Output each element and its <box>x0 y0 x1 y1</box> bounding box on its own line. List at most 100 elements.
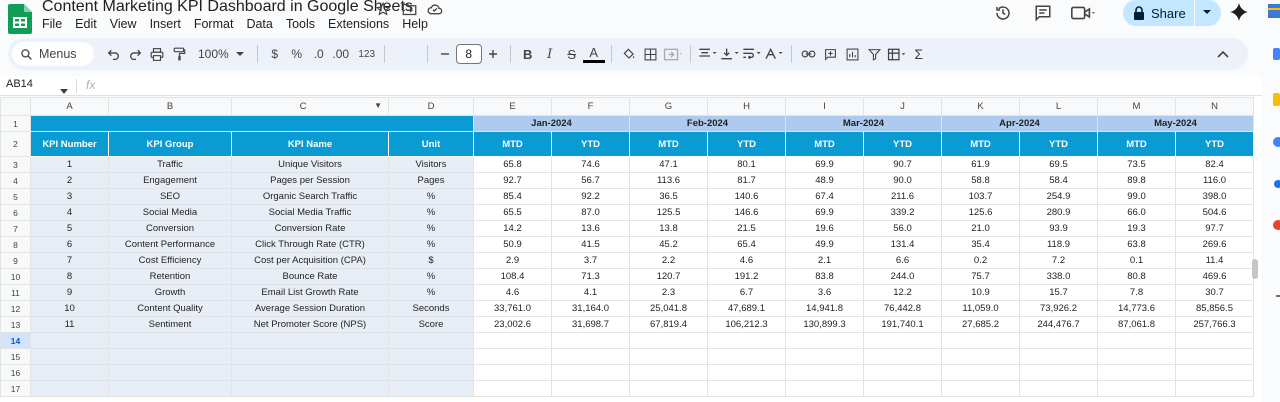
column-header[interactable]: N <box>1175 97 1254 116</box>
select-all-corner[interactable] <box>0 97 31 116</box>
column-header[interactable]: E <box>473 97 552 116</box>
label-cell[interactable]: 3 <box>30 188 109 205</box>
value-cell[interactable]: 191,740.1 <box>863 316 942 333</box>
meet-icon[interactable] <box>1070 2 1096 24</box>
merge-cells-icon[interactable] <box>662 42 684 66</box>
row-header[interactable]: 14 <box>0 332 31 349</box>
label-cell[interactable]: Engagement <box>108 172 232 189</box>
empty-cell[interactable] <box>473 332 552 349</box>
month-header[interactable]: Feb-2024 <box>629 115 786 132</box>
strikethrough-icon[interactable]: S <box>561 42 583 66</box>
empty-cell[interactable] <box>30 348 109 365</box>
value-cell[interactable]: 76,442.8 <box>863 300 942 317</box>
paint-format-icon[interactable] <box>168 42 190 66</box>
value-cell[interactable]: 6.6 <box>863 252 942 269</box>
star-icon[interactable] <box>372 0 394 18</box>
value-cell[interactable]: 15.7 <box>1019 284 1098 301</box>
value-cell[interactable]: 89.8 <box>1097 172 1176 189</box>
row-header[interactable]: 15 <box>0 348 31 365</box>
value-cell[interactable]: 83.8 <box>785 268 864 285</box>
value-cell[interactable]: 191.2 <box>707 268 786 285</box>
value-cell[interactable]: 13.6 <box>551 220 630 237</box>
empty-cell[interactable] <box>388 332 474 349</box>
menu-format[interactable]: Format <box>194 17 241 31</box>
value-cell[interactable]: 131.4 <box>863 236 942 253</box>
value-cell[interactable]: 90.0 <box>863 172 942 189</box>
value-cell[interactable]: 63.8 <box>1097 236 1176 253</box>
column-header[interactable]: H <box>707 97 786 116</box>
month-header[interactable]: Jan-2024 <box>473 115 630 132</box>
table-header-cell[interactable]: YTD <box>707 131 786 157</box>
menu-file[interactable]: File <box>42 17 69 31</box>
value-cell[interactable]: 14,773.6 <box>1097 300 1176 317</box>
empty-cell[interactable] <box>1175 380 1254 397</box>
value-cell[interactable]: 0.1 <box>1097 252 1176 269</box>
empty-cell[interactable] <box>863 348 942 365</box>
value-cell[interactable]: 12.2 <box>863 284 942 301</box>
value-cell[interactable]: 67,819.4 <box>629 316 708 333</box>
value-cell[interactable]: 19.3 <box>1097 220 1176 237</box>
empty-cell[interactable] <box>863 332 942 349</box>
value-cell[interactable]: 31,164.0 <box>551 300 630 317</box>
value-cell[interactable]: 33,761.0 <box>473 300 552 317</box>
empty-cell[interactable] <box>1019 364 1098 381</box>
spreadsheet-grid[interactable]: A B C ▼ D E F G H I J K L M N 1 Jan-2024 … <box>0 97 1262 402</box>
empty-cell[interactable] <box>941 364 1020 381</box>
empty-cell[interactable] <box>108 332 232 349</box>
value-cell[interactable]: 244.0 <box>863 268 942 285</box>
value-cell[interactable]: 113.6 <box>629 172 708 189</box>
empty-cell[interactable] <box>707 364 786 381</box>
label-cell[interactable]: Net Promoter Score (NPS) <box>231 316 389 333</box>
empty-cell[interactable] <box>629 380 708 397</box>
column-dropdown-icon[interactable]: ▼ <box>374 101 382 110</box>
label-cell[interactable]: Content Performance <box>108 236 232 253</box>
print-icon[interactable] <box>146 42 168 66</box>
text-color-icon[interactable]: A <box>582 45 605 63</box>
value-cell[interactable]: 2.3 <box>629 284 708 301</box>
label-cell[interactable]: Visitors <box>388 156 474 173</box>
row-header[interactable]: 8 <box>0 236 31 253</box>
italic-icon[interactable]: I <box>539 42 561 66</box>
blank-header-cell[interactable] <box>30 115 474 132</box>
value-cell[interactable]: 49.9 <box>785 236 864 253</box>
document-title[interactable]: Content Marketing KPI Dashboard in Googl… <box>42 0 413 16</box>
table-header-cell[interactable]: YTD <box>863 131 942 157</box>
month-header[interactable]: May-2024 <box>1097 115 1254 132</box>
value-cell[interactable]: 19.6 <box>785 220 864 237</box>
chevron-down-icon[interactable] <box>229 42 251 66</box>
empty-cell[interactable] <box>388 348 474 365</box>
label-cell[interactable]: % <box>388 204 474 221</box>
empty-cell[interactable] <box>941 348 1020 365</box>
row-header[interactable]: 5 <box>0 188 31 205</box>
label-cell[interactable]: Organic Search Traffic <box>231 188 389 205</box>
label-cell[interactable]: Average Session Duration <box>231 300 389 317</box>
empty-cell[interactable] <box>551 348 630 365</box>
empty-cell[interactable] <box>388 380 474 397</box>
value-cell[interactable]: 14,941.8 <box>785 300 864 317</box>
value-cell[interactable]: 338.0 <box>1019 268 1098 285</box>
column-header[interactable]: A <box>30 97 109 116</box>
value-cell[interactable]: 58.4 <box>1019 172 1098 189</box>
menus-search[interactable]: Menus <box>12 42 94 66</box>
value-cell[interactable]: 504.6 <box>1175 204 1254 221</box>
currency-format-button[interactable]: $ <box>264 42 286 66</box>
menu-extensions[interactable]: Extensions <box>328 17 396 31</box>
label-cell[interactable]: Click Through Rate (CTR) <box>231 236 389 253</box>
empty-cell[interactable] <box>629 348 708 365</box>
empty-cell[interactable] <box>30 364 109 381</box>
value-cell[interactable]: 2.9 <box>473 252 552 269</box>
value-cell[interactable]: 125.5 <box>629 204 708 221</box>
label-cell[interactable]: Sentiment <box>108 316 232 333</box>
menu-help[interactable]: Help <box>402 17 435 31</box>
column-header[interactable]: L <box>1019 97 1098 116</box>
value-cell[interactable]: 67.4 <box>785 188 864 205</box>
label-cell[interactable]: 10 <box>30 300 109 317</box>
value-cell[interactable]: 116.0 <box>1175 172 1254 189</box>
value-cell[interactable]: 339.2 <box>863 204 942 221</box>
menu-view[interactable]: View <box>110 17 144 31</box>
value-cell[interactable]: 87.0 <box>551 204 630 221</box>
value-cell[interactable]: 74.6 <box>551 156 630 173</box>
insert-link-icon[interactable] <box>798 42 820 66</box>
empty-cell[interactable] <box>30 380 109 397</box>
table-header-cell[interactable]: YTD <box>1019 131 1098 157</box>
